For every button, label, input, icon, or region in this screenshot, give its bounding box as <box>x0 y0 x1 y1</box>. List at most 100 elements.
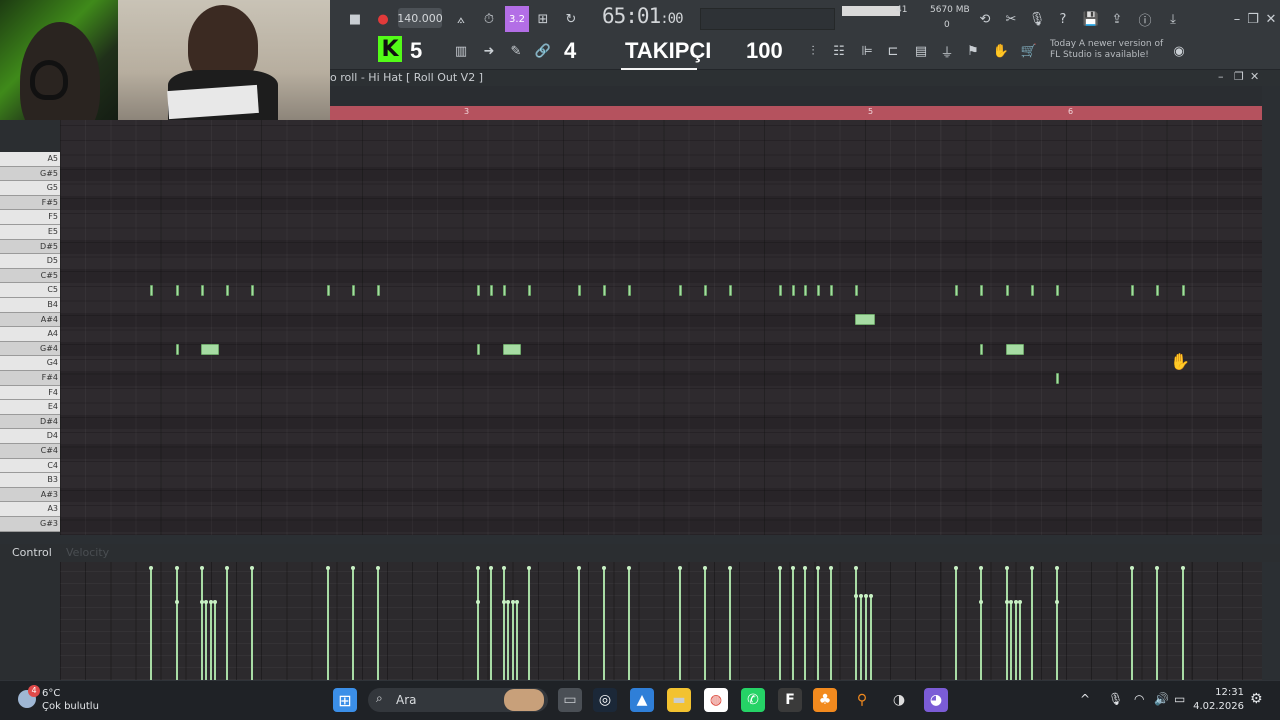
note[interactable] <box>200 343 219 355</box>
note[interactable] <box>502 343 521 355</box>
note[interactable] <box>804 285 808 297</box>
mic-tray-icon[interactable]: 🎙 <box>1108 692 1123 706</box>
close-icon[interactable]: ✕ <box>1260 8 1280 30</box>
volume-icon[interactable]: 🔊 <box>1154 692 1169 706</box>
note[interactable] <box>628 285 632 297</box>
piano-key[interactable]: G#5 <box>0 166 60 182</box>
velocity-stem[interactable] <box>1180 566 1185 680</box>
note[interactable] <box>527 285 531 297</box>
blender-icon[interactable]: ◑ <box>887 688 911 712</box>
velocity-stem[interactable] <box>510 600 515 680</box>
velocity-stem[interactable] <box>1054 600 1059 680</box>
note[interactable] <box>477 285 481 297</box>
piano-roll-icon[interactable]: ▥ <box>450 40 472 62</box>
piano-key[interactable]: D5 <box>0 254 60 269</box>
piano-key[interactable]: A#4 <box>0 312 60 328</box>
record-icon[interactable]: ● <box>372 8 394 30</box>
mixer-icon[interactable]: ⊫ <box>856 40 878 62</box>
velocity-stem[interactable] <box>803 566 808 680</box>
velocity-stem[interactable] <box>1130 566 1135 680</box>
cut-icon[interactable]: ✂ <box>1000 8 1022 30</box>
velocity-stem[interactable] <box>602 566 607 680</box>
velocity-stem[interactable] <box>727 566 732 680</box>
chat-app-icon[interactable]: ◕ <box>924 688 948 712</box>
timeline-ruler[interactable]: 3 5 6 <box>330 106 1262 120</box>
note[interactable] <box>854 285 858 297</box>
search-app-icon[interactable]: ⚲ <box>850 688 874 712</box>
note[interactable] <box>376 285 380 297</box>
velocity-stem[interactable] <box>853 594 858 680</box>
velocity-stem[interactable] <box>828 566 833 680</box>
note[interactable] <box>980 343 984 355</box>
tray-chevron-icon[interactable]: ^ <box>1080 692 1090 706</box>
note[interactable] <box>980 285 984 297</box>
velocity-stem[interactable] <box>506 600 511 680</box>
note[interactable] <box>489 285 493 297</box>
note[interactable] <box>955 285 959 297</box>
velocity-stem[interactable] <box>1018 600 1023 680</box>
playlist-icon[interactable]: ⫶ <box>802 40 824 62</box>
note[interactable] <box>150 285 154 297</box>
note[interactable] <box>578 285 581 297</box>
note[interactable] <box>829 285 833 297</box>
note[interactable] <box>728 285 732 297</box>
piano-key[interactable]: F5 <box>0 210 60 225</box>
velocity-stem[interactable] <box>1009 600 1014 680</box>
battery-icon[interactable]: ▭ <box>1174 692 1185 706</box>
clock-date[interactable]: 4.02.2026 <box>1190 701 1244 712</box>
mic-icon[interactable]: 🎙 <box>1026 8 1048 30</box>
start-icon[interactable]: ⊞ <box>333 688 357 712</box>
note[interactable] <box>200 285 204 297</box>
note[interactable] <box>1055 285 1059 297</box>
fl-studio-icon[interactable]: ♣ <box>813 688 837 712</box>
piano-key[interactable]: E4 <box>0 400 60 415</box>
note[interactable] <box>326 285 330 297</box>
control-target[interactable]: Velocity <box>66 546 109 559</box>
note[interactable] <box>477 343 481 355</box>
velocity-stem[interactable] <box>204 600 209 680</box>
folder-icon[interactable]: ▬ <box>667 688 691 712</box>
note[interactable] <box>1030 285 1034 297</box>
wifi-icon[interactable]: ◠ <box>1134 692 1144 706</box>
stop-icon[interactable]: ■ <box>344 8 366 30</box>
note[interactable] <box>779 285 783 297</box>
window-restore-icon[interactable]: ❐ <box>1234 70 1244 83</box>
piano-key[interactable]: A5 <box>0 152 60 167</box>
velocity-stem[interactable] <box>515 600 520 680</box>
link-icon[interactable]: 🔗 <box>532 40 554 62</box>
browser-icon[interactable]: ⊏ <box>882 40 904 62</box>
shop-icon[interactable]: 🛒 <box>1018 40 1040 62</box>
piano-key[interactable]: C4 <box>0 458 60 474</box>
velocity-stem[interactable] <box>199 600 204 680</box>
note[interactable] <box>175 343 179 355</box>
clock-time[interactable]: 12:31 <box>1194 687 1244 698</box>
velocity-stem[interactable] <box>375 566 380 680</box>
whatsapp-icon[interactable]: ✆ <box>741 688 765 712</box>
velocity-stem[interactable] <box>501 600 506 680</box>
velocity-stem[interactable] <box>213 600 218 680</box>
touch-icon[interactable]: ✋ <box>990 40 1012 62</box>
velocity-stem[interactable] <box>224 566 229 680</box>
piano-key[interactable]: F#5 <box>0 195 60 211</box>
velocity-stem[interactable] <box>815 566 820 680</box>
piano-key[interactable]: B4 <box>0 298 60 313</box>
velocity-stem[interactable] <box>350 566 355 680</box>
globe-icon[interactable]: ◉ <box>1168 40 1190 62</box>
piano-key[interactable]: C#4 <box>0 444 60 459</box>
control-label[interactable]: Control <box>12 546 52 559</box>
velocity-stem[interactable] <box>677 566 682 680</box>
piano-key[interactable]: G5 <box>0 181 60 196</box>
metronome-icon[interactable]: ⟑ <box>450 8 472 30</box>
note[interactable] <box>791 285 795 297</box>
note[interactable] <box>1005 343 1024 355</box>
velocity-stem[interactable] <box>476 600 481 680</box>
note[interactable] <box>603 285 607 297</box>
loop-icon[interactable]: ↻ <box>560 8 582 30</box>
velocity-stem[interactable] <box>325 566 330 680</box>
velocity-stem[interactable] <box>863 594 868 680</box>
note[interactable] <box>502 285 506 297</box>
settings-icon[interactable]: ⚙ <box>1250 691 1263 707</box>
vertical-scrollbar[interactable] <box>1262 120 1280 535</box>
velocity-stem[interactable] <box>702 566 707 680</box>
wait-icon[interactable]: ⏱ <box>478 8 500 30</box>
